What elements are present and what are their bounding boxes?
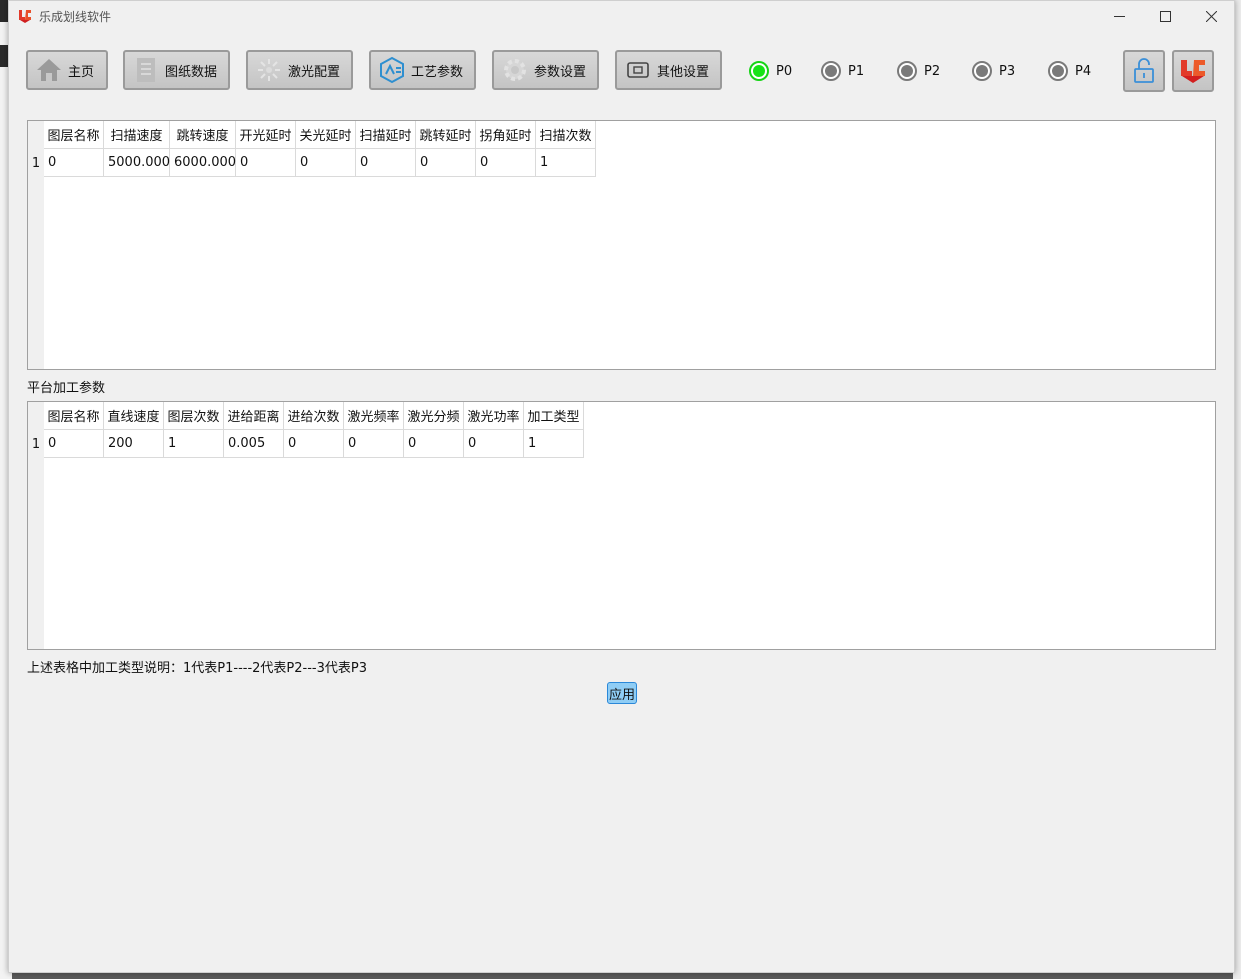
status-led-on-icon [749,61,769,81]
table-cell[interactable]: 0 [476,149,536,177]
main-window: 乐成划线软件 主页 图纸数据 激光配置 工艺参数 参数设置 其他设置 P0 P1… [8,0,1235,973]
column-header[interactable]: 开光延时 [236,121,296,149]
column-header[interactable]: 拐角延时 [476,121,536,149]
indicator-label: P3 [999,63,1016,79]
table-cell[interactable]: 0 [44,149,104,177]
indicator-label: P0 [776,63,793,79]
status-led-off-icon [897,61,917,81]
logo-button[interactable] [1172,50,1214,92]
indicator-p4: P4 [1048,59,1091,83]
other-settings-label: 其他设置 [657,64,710,80]
close-icon [1205,10,1217,22]
table-cell[interactable]: 1 [524,430,584,458]
parameter-settings-label: 参数设置 [534,64,587,80]
table-row: 0 200 1 0.005 0 0 0 0 1 [44,430,584,458]
home-button[interactable]: 主页 [26,50,108,90]
title-bar: 乐成划线软件 [9,1,1234,31]
table-cell[interactable]: 0 [416,149,476,177]
table-cell[interactable]: 5000.000 [104,149,170,177]
table-cell[interactable]: 0 [404,430,464,458]
device-icon [623,55,653,85]
toolbar: 主页 图纸数据 激光配置 工艺参数 参数设置 其他设置 P0 P1 P2 P3 … [9,41,1234,101]
table-cell[interactable]: 1 [164,430,224,458]
laser-icon [254,55,284,85]
column-header[interactable]: 图层次数 [164,402,224,430]
table-cell[interactable]: 1 [536,149,596,177]
processing-type-note: 上述表格中加工类型说明：1代表P1----2代表P2---3代表P3 [27,661,367,676]
laser-config-button[interactable]: 激光配置 [246,50,353,90]
row-number[interactable]: 1 [28,149,44,177]
column-header[interactable]: 直线速度 [104,402,164,430]
table-cell[interactable]: 0 [284,430,344,458]
process-params-button[interactable]: 工艺参数 [369,50,476,90]
home-icon [34,55,64,85]
process-params-label: 工艺参数 [411,64,464,80]
minimize-icon [1113,15,1125,17]
home-button-label: 主页 [68,64,95,80]
drawing-data-label: 图纸数据 [165,64,218,80]
table-cell[interactable]: 0 [344,430,404,458]
maximize-button[interactable] [1142,1,1188,31]
apply-button[interactable]: 应用 [607,682,637,704]
table-cell[interactable]: 6000.000 [170,149,236,177]
table-cell[interactable]: 0 [356,149,416,177]
lock-button[interactable] [1123,50,1165,92]
column-header[interactable]: 图层名称 [44,402,104,430]
table-cell[interactable]: 0 [236,149,296,177]
table-cell[interactable]: 0 [296,149,356,177]
minimize-button[interactable] [1096,1,1142,31]
lc-logo-icon [1181,60,1205,83]
column-header[interactable]: 扫描速度 [104,121,170,149]
status-led-off-icon [821,61,841,81]
column-header[interactable]: 关光延时 [296,121,356,149]
parameter-settings-button[interactable]: 参数设置 [492,50,599,90]
column-header[interactable]: 跳转延时 [416,121,476,149]
maximize-icon [1159,10,1171,22]
other-settings-button[interactable]: 其他设置 [615,50,722,90]
column-header[interactable]: 进给距离 [224,402,284,430]
row-number[interactable]: 1 [28,430,44,458]
column-header[interactable]: 扫描延时 [356,121,416,149]
laser-params-table: 图层名称 扫描速度 跳转速度 开光延时 关光延时 扫描延时 跳转延时 拐角延时 … [27,120,1216,370]
indicator-label: P2 [924,63,941,79]
status-led-off-icon [972,61,992,81]
column-header[interactable]: 激光分频 [404,402,464,430]
laser-config-label: 激光配置 [288,64,341,80]
table-cell[interactable]: 0 [44,430,104,458]
table-row: 0 5000.000 6000.000 0 0 0 0 0 1 [44,149,596,177]
column-header[interactable]: 跳转速度 [170,121,236,149]
process-icon [377,55,407,85]
document-icon [131,55,161,85]
close-button[interactable] [1188,1,1234,31]
table-corner [28,402,44,430]
indicator-label: P1 [848,63,865,79]
app-logo-icon [19,10,31,23]
indicator-label: P4 [1075,63,1092,79]
column-header[interactable]: 进给次数 [284,402,344,430]
column-header[interactable]: 扫描次数 [536,121,596,149]
table-header-row: 图层名称 直线速度 图层次数 进给距离 进给次数 激光频率 激光分频 激光功率 … [44,402,584,430]
platform-params-table: 图层名称 直线速度 图层次数 进给距离 进给次数 激光频率 激光分频 激光功率 … [27,401,1216,650]
drawing-data-button[interactable]: 图纸数据 [123,50,230,90]
table-cell[interactable]: 0.005 [224,430,284,458]
window-title: 乐成划线软件 [39,10,112,24]
indicator-p2: P2 [897,59,940,83]
table-cell[interactable]: 200 [104,430,164,458]
platform-section-label: 平台加工参数 [27,381,106,396]
status-led-off-icon [1048,61,1068,81]
unlock-icon [1134,58,1154,83]
column-header[interactable]: 激光频率 [344,402,404,430]
gear-icon [500,55,530,85]
table-header-row: 图层名称 扫描速度 跳转速度 开光延时 关光延时 扫描延时 跳转延时 拐角延时 … [44,121,596,149]
column-header[interactable]: 图层名称 [44,121,104,149]
column-header[interactable]: 加工类型 [524,402,584,430]
indicator-p0: P0 [749,59,792,83]
table-cell[interactable]: 0 [464,430,524,458]
indicator-p3: P3 [972,59,1015,83]
column-header[interactable]: 激光功率 [464,402,524,430]
indicator-p1: P1 [821,59,864,83]
table-corner [28,121,44,149]
